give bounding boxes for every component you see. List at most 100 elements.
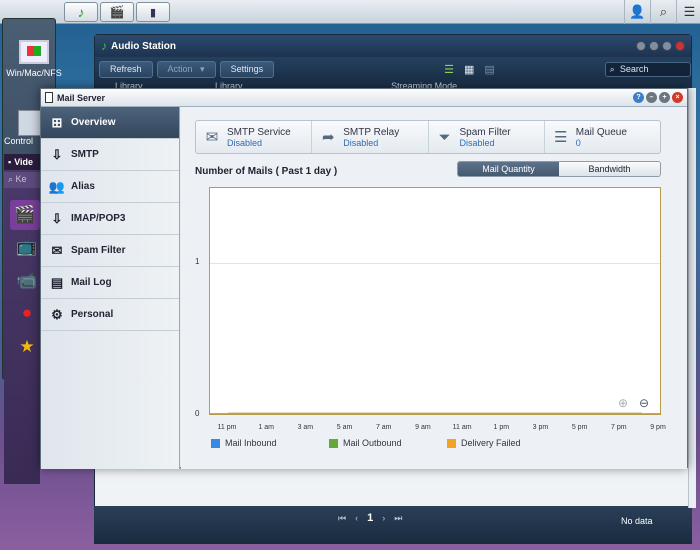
video-title: Vide: [14, 157, 34, 167]
current-page: 1: [367, 512, 374, 524]
sidebar-item-personal[interactable]: ⚙ Personal: [41, 299, 179, 331]
status-bar: ✉ SMTP Service Disabled ➦ SMTP Relay Disable…: [195, 120, 661, 154]
close-icon[interactable]: ×: [672, 92, 683, 103]
search-icon[interactable]: ⌕: [650, 0, 676, 24]
legend-label: Mail Outbound: [343, 438, 402, 448]
legend-item[interactable]: Mail Outbound: [329, 438, 402, 448]
legend-item[interactable]: Delivery Failed: [447, 438, 521, 448]
clapperboard-icon: 🎬: [109, 5, 125, 19]
status-spam-filter: ⏷ Spam Filter Disabled: [429, 121, 545, 153]
window-title: Mail Server: [57, 92, 106, 103]
prev-page-button[interactable]: ‹: [355, 513, 358, 523]
filter-icon: ⏷: [438, 128, 451, 146]
close-icon[interactable]: [675, 41, 685, 51]
grid-view-icon[interactable]: ▦: [464, 63, 474, 76]
home-video-icon[interactable]: 📹: [16, 270, 38, 292]
mail-log-icon: ▤: [50, 274, 64, 290]
y-tick-label: 0: [195, 409, 200, 418]
sidebar-item-spam-filter[interactable]: ✉ Spam Filter: [41, 235, 179, 267]
maximize-icon[interactable]: +: [659, 92, 670, 103]
video-search-input[interactable]: ⌕ Ke: [4, 172, 40, 188]
taskbar-mail-server[interactable]: ▮: [136, 2, 170, 22]
chart-series-layer: [228, 412, 642, 414]
taskbar-audio-station[interactable]: ♪: [64, 2, 98, 22]
legend-item[interactable]: Mail Inbound: [211, 438, 277, 448]
record-icon[interactable]: ●: [16, 302, 38, 324]
gear-icon: ⚙: [51, 306, 63, 322]
tab-bandwidth[interactable]: Bandwidth: [559, 162, 660, 176]
sidebar-item-label: Alias: [71, 181, 95, 192]
desktop-icon-label: Control: [4, 136, 34, 146]
sidebar-item-mail-log[interactable]: ▤ Mail Log: [41, 267, 179, 299]
smtp-icon: ⇩: [51, 146, 63, 162]
audio-toolbar: Refresh Action ▾ Settings ☰ ▦ ▤ ⌕ Search: [95, 57, 691, 81]
window-title: Audio Station: [111, 40, 176, 52]
chart-title: Number of Mails ( Past 1 day ): [195, 166, 338, 177]
desktop-icon-control-panel[interactable]: Control: [4, 110, 44, 146]
mail-server-icon: ▮: [149, 6, 157, 19]
user-icon[interactable]: 👤: [624, 0, 650, 24]
sidebar-item-label: Spam Filter: [71, 245, 126, 256]
help-icon[interactable]: ?: [633, 92, 644, 103]
desktop-icon-file-services[interactable]: Win/Mac/NFS: [4, 40, 64, 78]
status-smtp-service: ✉ SMTP Service Disabled: [196, 121, 313, 153]
tab-mail-quantity[interactable]: Mail Quantity: [458, 162, 559, 176]
minimize-icon[interactable]: –: [646, 92, 657, 103]
x-tick-label: 11 am: [452, 424, 472, 431]
sidebar-item-alias[interactable]: 👥 Alias: [41, 171, 179, 203]
sidebar-item-smtp[interactable]: ⇩ SMTP: [41, 139, 179, 171]
zoom-in-icon[interactable]: ⊕: [618, 396, 628, 410]
status-mail-queue: ☰ Mail Queue 0: [545, 121, 660, 153]
window-controls: [636, 41, 685, 51]
sidebar-item-label: Mail Log: [71, 277, 112, 288]
search-placeholder: Search: [619, 64, 649, 74]
status-value: Disabled: [227, 137, 263, 148]
action-button[interactable]: Action ▾: [156, 60, 216, 78]
taskbar: ▦ ♪ 🎬 ▮ 👤 ⌕ ☰: [0, 0, 700, 380]
search-icon: ⌕: [609, 63, 615, 74]
mail-server-titlebar: Mail Server ? – + ×: [41, 89, 687, 107]
legend-label: Delivery Failed: [461, 438, 521, 448]
minimize-icon[interactable]: [649, 41, 659, 51]
x-tick-label: 1 pm: [493, 424, 510, 431]
tv-show-icon[interactable]: 📺: [16, 236, 38, 258]
taskbar-video-station[interactable]: 🎬: [100, 2, 134, 22]
action-label: Action: [167, 64, 193, 74]
status-value: Disabled: [343, 137, 379, 148]
x-tick-label: 11 pm: [217, 424, 237, 431]
maximize-icon[interactable]: [662, 41, 672, 51]
video-search-text: Ke: [15, 174, 27, 184]
first-page-button[interactable]: ⏮: [338, 513, 346, 524]
settings-button[interactable]: Settings: [219, 60, 275, 78]
chart-plot-area: ⊕ ⊖: [209, 187, 661, 415]
audio-right-panel: [688, 88, 696, 508]
status-value: 0: [575, 137, 581, 148]
status-name: SMTP Relay: [343, 126, 400, 138]
last-page-button[interactable]: ⏭: [394, 513, 402, 524]
y-tick-label: 1: [195, 257, 200, 266]
legend-swatch: [211, 438, 220, 448]
refresh-button[interactable]: Refresh: [99, 60, 153, 78]
chart-toggle: Mail Quantity Bandwidth: [457, 161, 661, 177]
alias-icon: 👥: [48, 178, 66, 194]
pager: ⏮ ‹ 1 › ⏭: [338, 512, 402, 524]
cover-view-icon[interactable]: ▤: [484, 63, 494, 76]
no-data-label: No data: [621, 516, 653, 526]
x-tick-label: 7 pm: [611, 424, 627, 431]
x-tick-label: 1 am: [258, 424, 274, 431]
search-input[interactable]: ⌕ Search: [604, 61, 691, 77]
zoom-out-icon[interactable]: ⊖: [639, 396, 649, 410]
sidebar-item-imap-pop3[interactable]: ⇩ IMAP/POP3: [41, 203, 179, 235]
mail-server-icon: [45, 92, 53, 103]
sidebar-item-overview[interactable]: ⊞ Overview: [41, 107, 179, 139]
movie-icon[interactable]: 🎬: [10, 200, 40, 230]
legend-swatch: [447, 438, 456, 448]
star-icon[interactable]: ★: [16, 336, 38, 358]
help-icon[interactable]: [636, 41, 646, 51]
next-page-button[interactable]: ›: [382, 513, 385, 523]
options-icon[interactable]: ☰: [676, 0, 700, 24]
sidebar-item-label: Personal: [71, 309, 114, 320]
status-name: SMTP Service: [227, 126, 291, 138]
list-view-icon[interactable]: ☰: [444, 63, 454, 76]
list-icon: ☰: [554, 129, 568, 146]
